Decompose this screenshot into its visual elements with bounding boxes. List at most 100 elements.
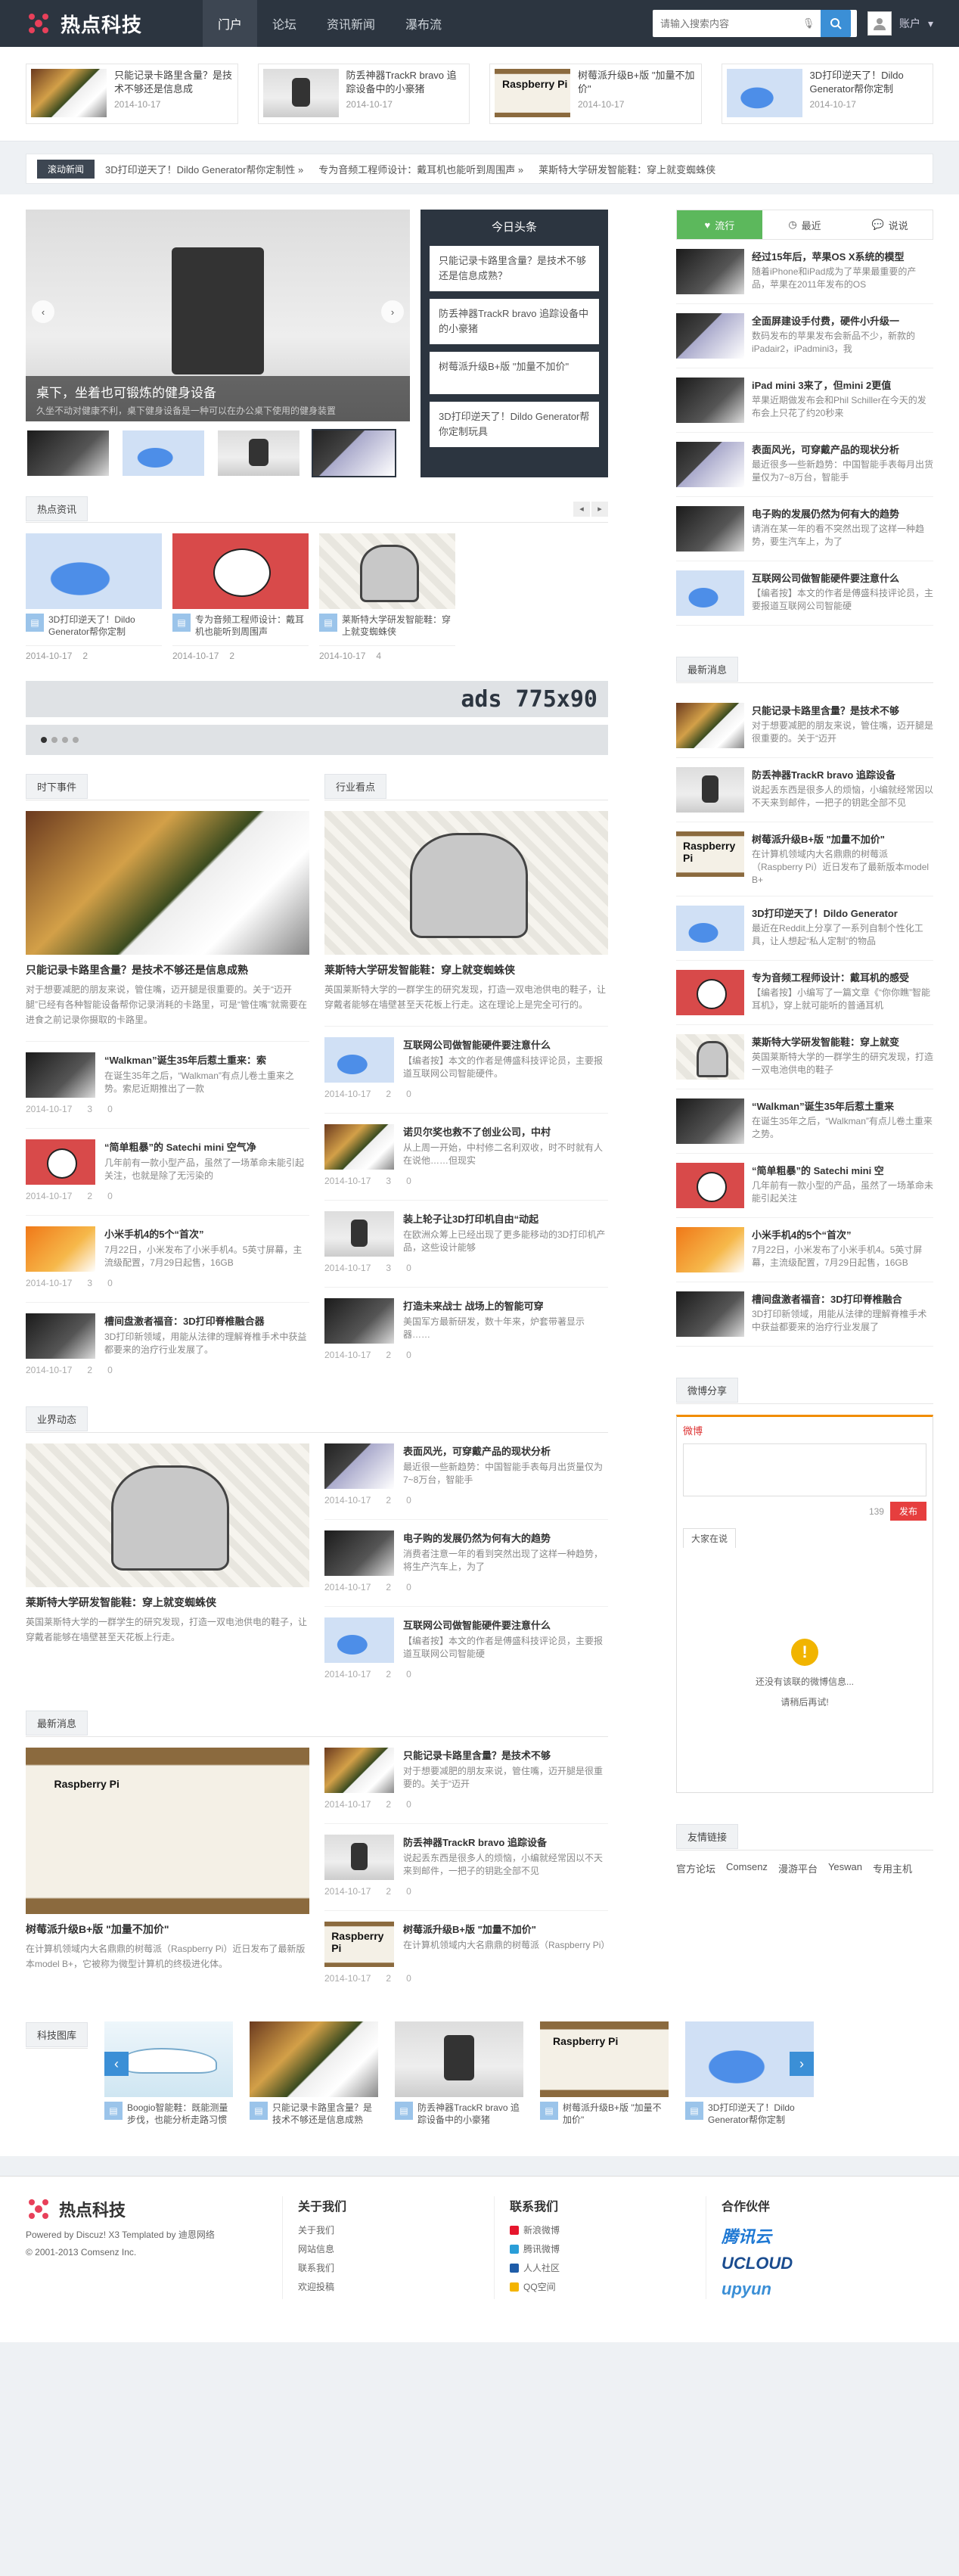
list-item[interactable]: 防丢神器TrackR bravo 追踪设备 说起丢东西是很多人的烦恼，小编就经常因…: [324, 1823, 608, 1880]
news-item[interactable]: 小米手机4的5个“首次” 7月22日，小米发布了小米手机4。5英寸屏幕，主流级配置…: [676, 1218, 933, 1282]
site-logo[interactable]: 热点科技: [26, 10, 203, 38]
list-item[interactable]: “简单粗暴”的 Satechi mini 空气净 几年前有一款小型产品，虽然了一场…: [26, 1128, 309, 1185]
hot-item[interactable]: ▤ 专为音频工程师设计：戴耳机也能听到周围声 2014-10-17 2: [172, 533, 309, 661]
list-item[interactable]: 电子购的发展仍然为何有大的趋势 消费者注意一年的看到突然出现了这样一种趋势，将生产…: [324, 1519, 608, 1576]
footer-link[interactable]: 关于我们: [298, 2223, 494, 2236]
popular-item[interactable]: 表面风光，可穿戴产品的现状分析 最近很多一些新趋势：中国智能手表每月出货量仅为7~…: [676, 433, 933, 497]
weibo-tab[interactable]: 大家在说: [683, 1528, 737, 1548]
partner-logo[interactable]: UCLOUD: [722, 2254, 918, 2273]
news-item[interactable]: 专为音频工程师设计：戴耳机的感受 【编者按】小编写了一篇文章《“你你瞧”智能耳机》…: [676, 961, 933, 1025]
slide-thumb[interactable]: [312, 429, 396, 477]
friend-link[interactable]: 专用主机: [873, 1861, 912, 1875]
slide-image[interactable]: ‹ › 桌下，坐着也可锻炼的健身设备 久坐不动对健康不利，桌下健身设备是一种可以…: [26, 210, 410, 421]
slide-thumb[interactable]: [121, 429, 206, 477]
feature-article[interactable]: 莱斯特大学研发智能鞋：穿上就变蜘蛛侠 英国莱斯特大学的一群学生的研究发现，打造一…: [324, 811, 608, 1012]
news-item[interactable]: 槽间盘激者福音：3D打印脊椎融合 3D打印新领域，用能从法律的理解脊椎手术中获益都…: [676, 1282, 933, 1347]
nav-home[interactable]: 门户: [203, 0, 258, 47]
list-item[interactable]: 表面风光，可穿戴产品的现状分析 最近很一些新趋势：中国智能手表每月出货量仅为7~8…: [324, 1443, 608, 1489]
list-item[interactable]: 只能记录卡路里含量？是技术不够 对于想要减肥的朋友来说，管住嘴，迈开腿是很重要的。…: [324, 1748, 608, 1793]
partner-logo[interactable]: 腾讯云: [722, 2223, 918, 2248]
dot[interactable]: [51, 737, 57, 743]
microphone-icon[interactable]: 🎙: [796, 10, 821, 37]
news-item[interactable]: 3D打印逆天了！Dildo Generator 最近在Reddit上分享了一系列自…: [676, 896, 933, 961]
list-item[interactable]: 互联网公司做智能硬件要注意什么 【编者按】本文的作者是傅盛科技评论员，主要报道互联…: [324, 1606, 608, 1663]
gallery-item[interactable]: ▤ 只能记录卡路里含量？是技术不够还是信息成熟: [250, 2021, 379, 2126]
headline-item[interactable]: 只能记录卡路里含量？是技术不够还是信息成熟？: [430, 246, 599, 291]
nav-forum[interactable]: 论坛: [257, 0, 312, 47]
footer-contact-link[interactable]: 新浪微博: [510, 2223, 706, 2236]
ad-banner[interactable]: ads 775x90: [26, 681, 608, 717]
nav-waterfall[interactable]: 瀑布流: [390, 0, 457, 47]
footer-link[interactable]: 网站信息: [298, 2242, 494, 2255]
ticker-item[interactable]: 3D打印逆天了！Dildo Generator帮你定制性 »: [105, 162, 303, 176]
hot-prev-button[interactable]: ◂: [573, 501, 590, 517]
gallery-prev-button[interactable]: ‹: [104, 2052, 129, 2076]
slide-next-button[interactable]: ›: [381, 300, 404, 323]
gallery-item[interactable]: ▤树莓派升级B+版 "加量不加价": [540, 2021, 669, 2126]
hot-item[interactable]: ▤ 3D打印逆天了！Dildo Generator帮你定制 2014-10-17 2: [26, 533, 162, 661]
friend-link[interactable]: Yeswan: [828, 1861, 862, 1875]
list-item[interactable]: 槽间盘激者福音：3D打印脊椎融合器 3D打印新领域，用能从法律的理解脊椎手术中获益…: [26, 1302, 309, 1359]
strip-card[interactable]: 防丢神器TrackR bravo 追踪设备中的小豪猪 2014-10-17: [257, 64, 470, 124]
weibo-retry-link[interactable]: 请稍后再试!: [683, 1695, 926, 1708]
headline-item[interactable]: 防丢神器TrackR bravo 追踪设备中的小豪猪: [430, 299, 599, 344]
footer-link[interactable]: 欢迎投稿: [298, 2280, 494, 2293]
slide-thumb[interactable]: [216, 429, 301, 477]
gallery-item[interactable]: ▤ 防丢神器TrackR bravo 追踪设备中的小豪猪: [395, 2021, 524, 2126]
friend-link[interactable]: 漫游平台: [778, 1861, 818, 1875]
partner-logo[interactable]: upyun: [722, 2279, 918, 2299]
weibo-publish-button[interactable]: 发布: [889, 1502, 926, 1521]
gallery-next-button[interactable]: ›: [790, 2052, 815, 2076]
popular-item[interactable]: 互联网公司做智能硬件要注意什么 【编者按】本文的作者是傅盛科技评论员，主要报道互联…: [676, 561, 933, 626]
headline-item[interactable]: 树莓派升级B+版 "加量不加价": [430, 352, 599, 394]
tab-recent[interactable]: ◷ 最近: [762, 210, 848, 239]
friend-link[interactable]: Comsenz: [726, 1861, 768, 1875]
friend-link[interactable]: 官方论坛: [676, 1861, 715, 1875]
popular-item[interactable]: iPad mini 3来了，但mini 2更值 苹果近期做发布会和Phil Sch…: [676, 368, 933, 433]
news-item[interactable]: “简单粗暴”的 Satechi mini 空几年前有一款小型的产品，虽然了一场革…: [676, 1154, 933, 1218]
ticker-item[interactable]: 莱斯特大学研发智能鞋：穿上就变蜘蛛侠: [538, 162, 715, 176]
feature-article[interactable]: 只能记录卡路里含量？是技术不够还是信息成熟 对于想要减肥的朋友来说，管住嘴，迈开…: [26, 811, 309, 1027]
hot-item[interactable]: ▤ 莱斯特大学研发智能鞋：穿上就变蜘蛛侠 2014-10-17 4: [319, 533, 455, 661]
news-item[interactable]: “Walkman”诞生35年后惹土重来 在诞生35年之后，“Walkman”有点儿…: [676, 1089, 933, 1154]
ticker-item[interactable]: 专为音频工程师设计：戴耳机也能听到周围声 »: [318, 162, 523, 176]
news-item[interactable]: 防丢神器TrackR bravo 追踪设备 说起丢东西是很多人的烦恼，小编就经常因…: [676, 758, 933, 822]
slide-thumb[interactable]: [26, 429, 110, 477]
nav-news[interactable]: 资讯新闻: [312, 0, 390, 47]
feature-article[interactable]: 树莓派升级B+版 "加量不加价" 在计算机领域内大名鼎鼎的树莓派（Raspber…: [26, 1748, 309, 1984]
avatar[interactable]: [867, 11, 892, 36]
popular-item[interactable]: 全面屏建设手付费，硬件小升级一 数码发布的苹果发布会新品不少，新款的iPadair…: [676, 304, 933, 368]
list-item[interactable]: 诺贝尔奖也救不了创业公司，中村 从上周一开始，中村修二名利双收，时不时就有人在说他…: [324, 1113, 608, 1170]
strip-card[interactable]: 只能记录卡路里含量？是技术不够还是信息成 2014-10-17: [26, 64, 238, 124]
dot[interactable]: [73, 737, 79, 743]
list-item[interactable]: 树莓派升级B+版 "加量不加价" 在计算机领域内大名鼎鼎的树莓派（Raspberr…: [324, 1910, 610, 1967]
dot[interactable]: [41, 737, 47, 743]
list-item[interactable]: 互联网公司做智能硬件要注意什么 【编者按】本文的作者是傅盛科技评论员，主要报道互联…: [324, 1026, 608, 1083]
strip-card[interactable]: 树莓派升级B+版 "加量不加价" 2014-10-17: [489, 64, 702, 124]
news-item[interactable]: 树莓派升级B+版 "加量不加价" 在计算机领域内大名鼎鼎的树莓派（Raspberr…: [676, 822, 933, 896]
list-item[interactable]: 小米手机4的5个“首次” 7月22日，小米发布了小米手机4。5英寸屏幕，主流级配置…: [26, 1215, 309, 1272]
dot[interactable]: [62, 737, 68, 743]
footer-contact-link[interactable]: 人人社区: [510, 2261, 706, 2274]
feature-article[interactable]: 莱斯特大学研发智能鞋：穿上就变蜘蛛侠 英国莱斯特大学的一群学生的研究发现，打造一…: [26, 1443, 309, 1680]
tab-popular[interactable]: ♥ 流行: [677, 210, 762, 239]
headline-item[interactable]: 3D打印逆天了！Dildo Generator帮你定制玩具: [430, 402, 599, 447]
tab-talk[interactable]: 💬 说说: [847, 210, 933, 239]
news-item[interactable]: 只能记录卡路里含量？是技术不够 对于想要减肥的朋友来说，管住嘴，迈开腿是很重要的。…: [676, 694, 933, 758]
slide-prev-button[interactable]: ‹: [32, 300, 54, 323]
strip-card[interactable]: 3D打印逆天了！Dildo Generator帮你定制 2014-10-17: [721, 64, 933, 124]
footer-link[interactable]: 联系我们: [298, 2261, 494, 2274]
search-button[interactable]: [820, 10, 851, 37]
weibo-input[interactable]: [683, 1443, 926, 1496]
list-item[interactable]: “Walkman”诞生35年后惹土重来：索 在诞生35年之后，“Walkman”有…: [26, 1041, 309, 1098]
list-item[interactable]: 装上轮子让3D打印机自由“动起 在欧洲众筹上已经出现了更多能移动的3D打印机产品，…: [324, 1200, 608, 1257]
footer-contact-link[interactable]: QQ空间: [510, 2280, 706, 2293]
popular-item[interactable]: 电子购的发展仍然为何有大的趋势 请消在某一年的看不突然出现了这样一种趋势，要生汽车…: [676, 497, 933, 561]
hot-next-button[interactable]: ▸: [591, 501, 608, 517]
popular-item[interactable]: 经过15年后，苹果OS X系统的模型 随着iPhone和iPad成为了苹果最重要的…: [676, 240, 933, 304]
list-item[interactable]: 打造未来战士 战场上的智能可穿 美国军方最新研发，数十年来，炉套带著显示器……: [324, 1287, 608, 1344]
search-input[interactable]: [652, 11, 796, 36]
news-item[interactable]: 莱斯特大学研发智能鞋：穿上就变 英国莱斯特大学的一群学生的研究发现，打造一双电池供…: [676, 1025, 933, 1089]
account-menu[interactable]: 账户 ▾: [867, 11, 933, 36]
footer-contact-link[interactable]: 腾讯微博: [510, 2242, 706, 2255]
